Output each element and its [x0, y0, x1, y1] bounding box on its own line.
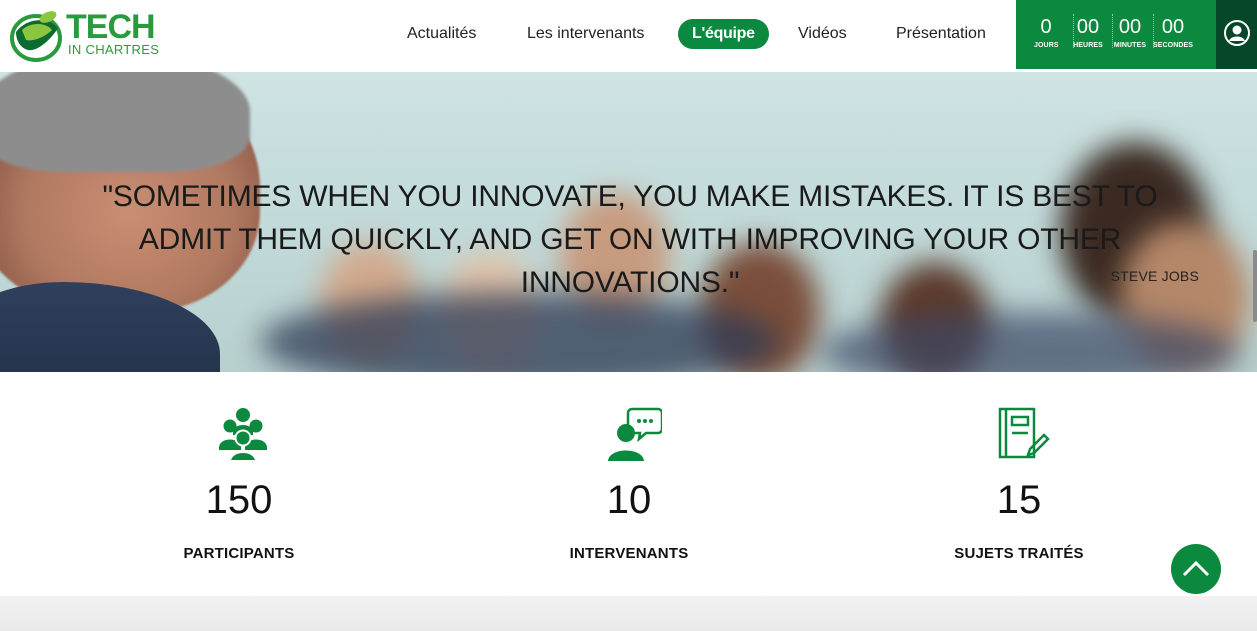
countdown-hours: 00 HEURES [1072, 16, 1104, 51]
user-account-button[interactable] [1216, 0, 1257, 69]
nav-item-equipe[interactable]: L'équipe [678, 19, 769, 49]
speaker-icon [608, 407, 662, 461]
back-to-top-button[interactable] [1171, 544, 1221, 594]
nav-item-actualites[interactable]: Actualités [393, 19, 490, 49]
stat-sujets-label: SUJETS TRAITÉS [954, 545, 1084, 562]
quote-author: STEVE JOBS [1110, 268, 1199, 284]
nav-item-videos[interactable]: Vidéos [784, 19, 861, 49]
group-icon [219, 408, 267, 461]
stat-intervenants-value: 10 [606, 478, 652, 522]
countdown-minutes-value: 00 [1118, 16, 1142, 38]
stats-section: 150 PARTICIPANTS 10 INTERVENANTS 15 SUJE… [0, 372, 1257, 596]
hero-quote: "SOMETIMES WHEN YOU INNOVATE, YOU MAKE M… [102, 180, 1158, 299]
countdown-seconds-label: SECONDES [1152, 42, 1194, 49]
stat-intervenants-label: INTERVENANTS [569, 545, 689, 562]
countdown-seconds: 00 SECONDES [1151, 16, 1195, 51]
main-nav: Actualités Les intervenants L'équipe Vid… [0, 19, 1016, 49]
site-header: TECH IN CHARTRES Actualités Les interven… [0, 0, 1257, 72]
hero-banner: "SOMETIMES WHEN YOU INNOVATE, YOU MAKE M… [0, 72, 1257, 372]
fg-person-hair [0, 72, 250, 172]
countdown-seconds-value: 00 [1161, 16, 1185, 38]
notebook-pen-icon [998, 407, 1050, 459]
nav-item-intervenants[interactable]: Les intervenants [513, 19, 658, 49]
stat-participants-value: 150 [205, 478, 273, 522]
countdown-days: 0 JOURS [1034, 16, 1059, 51]
countdown-days-label: JOURS [1034, 42, 1059, 49]
stat-participants-label: PARTICIPANTS [183, 545, 295, 562]
stat-sujets-value: 15 [996, 478, 1042, 522]
user-icon [1224, 20, 1250, 46]
chevron-up-icon [1182, 560, 1210, 577]
nav-item-presentation[interactable]: Présentation [882, 19, 1000, 49]
countdown-hours-value: 00 [1076, 16, 1100, 38]
countdown-days-value: 0 [1040, 16, 1052, 38]
event-countdown: 0 JOURS 00 HEURES 00 MINUTES 00 SECONDES [1016, 0, 1216, 69]
countdown-minutes-label: MINUTES [1113, 42, 1147, 49]
countdown-hours-label: HEURES [1073, 42, 1103, 49]
page-scrollbar-thumb[interactable] [1253, 250, 1257, 322]
countdown-minutes: 00 MINUTES [1112, 16, 1148, 51]
next-section-strip [0, 596, 1257, 631]
